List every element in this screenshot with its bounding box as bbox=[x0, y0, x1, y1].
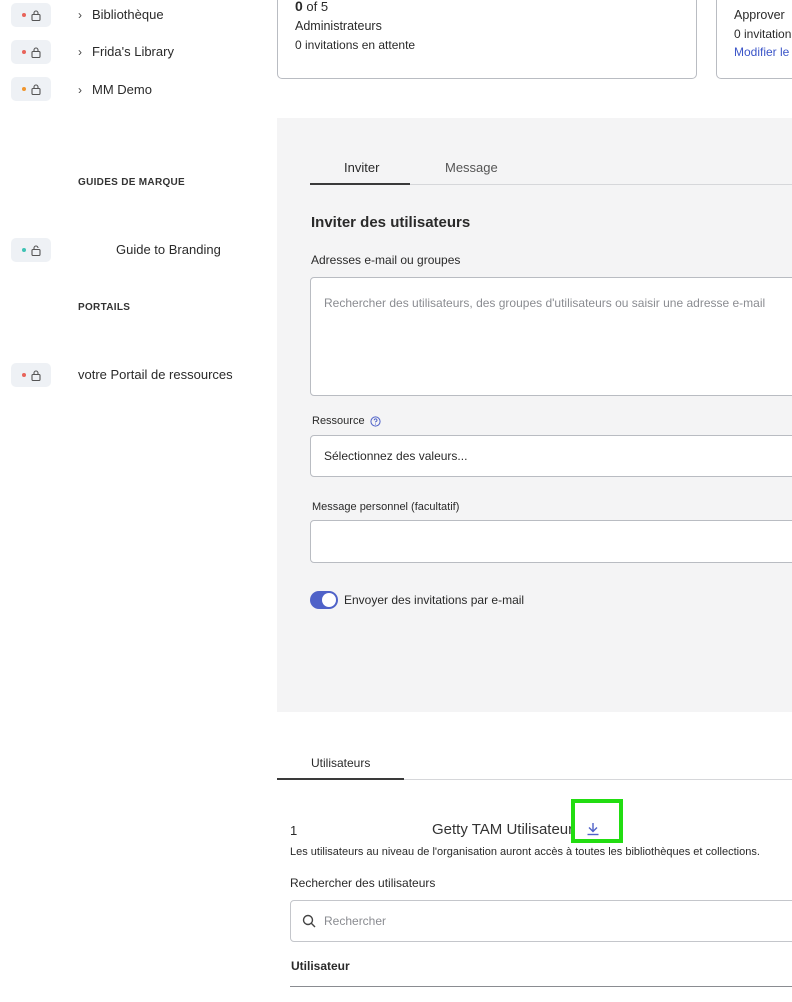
users-description: Les utilisateurs au niveau de l'organisa… bbox=[290, 846, 760, 858]
emails-label: Adresses e-mail ou groupes bbox=[311, 253, 461, 267]
status-dot bbox=[21, 13, 26, 17]
chevron-right-icon: › bbox=[78, 83, 82, 97]
admins-label: Administrateurs bbox=[295, 19, 382, 33]
portals-heading: PORTAILS bbox=[78, 302, 131, 313]
tab-inviter[interactable]: Inviter bbox=[344, 160, 379, 175]
sidebar-item-mm-demo[interactable]: › MM Demo bbox=[78, 82, 152, 97]
sidebar-item-bibliotheque[interactable]: › Bibliothèque bbox=[78, 7, 164, 22]
approver-card: Approver 0 invitation Modifier le bbox=[716, 0, 792, 79]
help-icon[interactable] bbox=[369, 415, 381, 427]
resource-label-row: Ressource bbox=[312, 415, 381, 427]
library-status-pill bbox=[11, 3, 51, 27]
users-count: 1 bbox=[290, 823, 298, 838]
status-dot bbox=[21, 50, 26, 54]
sidebar-item-fridas-library[interactable]: › Frida's Library bbox=[78, 44, 174, 59]
sidebar-item-label: MM Demo bbox=[92, 82, 152, 97]
personal-message-input[interactable] bbox=[310, 520, 792, 563]
table-header-divider bbox=[290, 986, 792, 987]
lock-icon bbox=[30, 83, 41, 95]
status-dot bbox=[21, 87, 26, 91]
sidebar-item-label: Bibliothèque bbox=[92, 7, 164, 22]
emails-placeholder: Rechercher des utilisateurs, des groupes… bbox=[324, 296, 766, 310]
search-users-input[interactable]: Rechercher bbox=[290, 900, 792, 942]
sidebar-item-guide-to-branding[interactable]: Guide to Branding bbox=[116, 242, 221, 257]
status-dot bbox=[21, 248, 26, 252]
send-email-toggle[interactable] bbox=[310, 591, 338, 609]
tab-message[interactable]: Message bbox=[445, 160, 498, 175]
library-status-pill bbox=[11, 40, 51, 64]
admins-count: 0 bbox=[295, 0, 303, 14]
chevron-right-icon: › bbox=[78, 45, 82, 59]
send-email-label: Envoyer des invitations par e-mail bbox=[344, 593, 525, 607]
column-header-user: Utilisateur bbox=[291, 959, 350, 973]
resource-placeholder: Sélectionnez des valeurs... bbox=[324, 449, 468, 463]
toggle-knob bbox=[322, 593, 336, 607]
resource-label: Ressource bbox=[312, 415, 365, 427]
brand-guides-heading: GUIDES DE MARQUE bbox=[78, 177, 186, 188]
org-name: Getty TAM Utilisateur bbox=[432, 821, 574, 838]
message-label: Message personnel (facultatif) bbox=[312, 501, 460, 513]
admins-card: 0 of 5 Administrateurs 0 invitations en … bbox=[277, 0, 697, 79]
brand-status-pill bbox=[11, 238, 51, 262]
library-status-pill bbox=[11, 77, 51, 101]
search-users-label: Rechercher des utilisateurs bbox=[290, 876, 436, 890]
status-dot bbox=[21, 373, 26, 377]
invite-title: Inviter des utilisateurs bbox=[311, 214, 471, 231]
lock-icon bbox=[30, 46, 41, 58]
emails-input[interactable]: Rechercher des utilisateurs, des groupes… bbox=[310, 277, 792, 396]
chevron-right-icon: › bbox=[78, 8, 82, 22]
search-placeholder: Rechercher bbox=[324, 914, 387, 928]
lock-icon bbox=[30, 369, 41, 381]
approver-title: Approver bbox=[734, 8, 785, 22]
portal-status-pill bbox=[11, 363, 51, 387]
lock-icon bbox=[30, 9, 41, 21]
tab-utilisateurs[interactable]: Utilisateurs bbox=[311, 756, 370, 770]
sidebar-item-label: Frida's Library bbox=[92, 44, 174, 59]
active-tab-indicator bbox=[310, 183, 410, 185]
admins-count-line: 0 of 5 bbox=[295, 0, 328, 14]
users-active-tab-indicator bbox=[277, 778, 404, 780]
resource-select[interactable]: Sélectionnez des valeurs... bbox=[310, 435, 792, 477]
unlock-icon bbox=[30, 244, 41, 256]
sidebar-item-resource-portal[interactable]: votre Portail de ressources bbox=[78, 367, 233, 382]
admins-pending: 0 invitations en attente bbox=[295, 38, 416, 52]
approver-edit-link[interactable]: Modifier le bbox=[734, 45, 789, 59]
admins-total: of 5 bbox=[306, 0, 329, 14]
highlight-box bbox=[571, 799, 623, 843]
search-icon bbox=[302, 914, 316, 928]
approver-pending: 0 invitation bbox=[734, 27, 792, 41]
